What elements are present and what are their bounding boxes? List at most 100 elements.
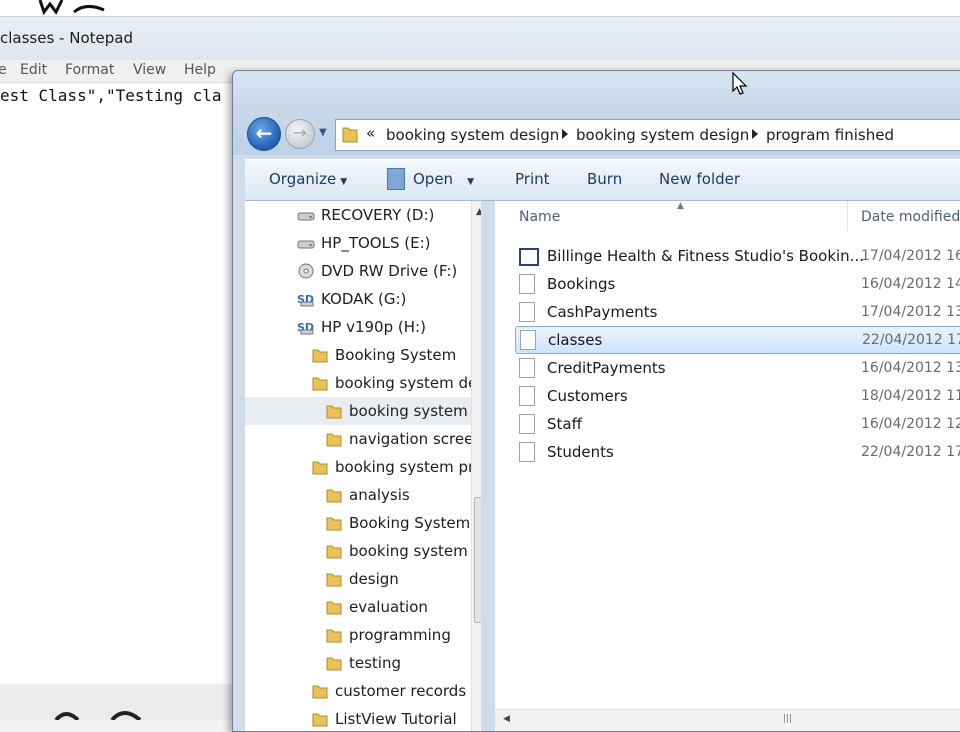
menu-format[interactable]: Format (65, 62, 114, 78)
folder-icon (326, 573, 342, 587)
file-name: Students (547, 443, 614, 461)
drive-icon (297, 212, 315, 221)
window-title: classes - Notepad (0, 29, 133, 47)
open-icon (387, 168, 405, 190)
text-file-icon (519, 414, 535, 434)
recent-pages-dropdown-icon[interactable]: ▼ (319, 127, 327, 138)
horizontal-scrollbar[interactable]: ◀ ||| (495, 709, 960, 731)
file-date: 18/04/2012 11: (861, 388, 960, 404)
forward-button[interactable]: → (285, 119, 315, 149)
menu-edit[interactable]: Edit (20, 62, 47, 78)
breadcrumb-arrow-icon[interactable] (752, 129, 758, 139)
breadcrumb-arrow-icon[interactable] (562, 129, 568, 139)
nav-item-label: navigation screen (349, 430, 482, 448)
address-row: ← → ▼ « booking system design booking sy… (233, 113, 960, 155)
top-strip (0, 0, 960, 16)
folder-icon (326, 433, 342, 447)
file-row-selected[interactable]: classes 22/04/2012 17: (515, 326, 960, 354)
folder-icon (326, 405, 342, 419)
text-file-icon (520, 330, 536, 350)
file-row[interactable]: Bookings 16/04/2012 14: (515, 271, 960, 297)
notepad-text-area[interactable]: est Class","Testing cla (0, 84, 240, 684)
file-date: 22/04/2012 17: (862, 332, 960, 348)
back-button[interactable]: ← (247, 117, 281, 151)
file-row[interactable]: Billinge Health & Fitness Studio's Booki… (515, 243, 960, 269)
mouse-cursor-icon (732, 72, 748, 95)
logo-art (38, 0, 105, 16)
menu-help[interactable]: Help (184, 62, 216, 78)
folder-icon (326, 657, 342, 671)
dropdown-icon: ▼ (467, 177, 474, 187)
command-toolbar: Organize ▼ Open ▼ Print Burn New folder (245, 159, 960, 201)
file-date: 16/04/2012 14: (861, 276, 960, 292)
file-list-pane[interactable]: ▲ Name Date modified Billinge Health & F… (495, 201, 960, 731)
column-header-date-modified[interactable]: Date modified (861, 209, 960, 225)
print-button[interactable]: Print (515, 170, 550, 188)
breadcrumb-item[interactable]: booking system design (576, 126, 749, 144)
nav-item-label: HP v190p (H:) (321, 318, 426, 336)
scroll-up-icon[interactable]: ▲ (476, 207, 481, 217)
folder-icon (312, 685, 328, 699)
open-button[interactable]: Open ▼ (413, 170, 474, 188)
file-name: Customers (547, 387, 628, 405)
folder-icon (312, 461, 328, 475)
column-divider[interactable] (847, 201, 848, 231)
file-date: 22/04/2012 17: (861, 444, 960, 460)
menu-view[interactable]: View (133, 62, 166, 78)
organize-label: Organize (269, 170, 337, 188)
folder-icon (312, 349, 328, 363)
file-name: Bookings (547, 275, 616, 293)
file-date: 16/04/2012 12: (861, 416, 960, 432)
nav-vertical-scrollbar[interactable]: ▲ (471, 201, 481, 731)
scrollbar-thumb[interactable] (474, 497, 481, 623)
nav-item-label: customer records (335, 682, 467, 700)
notepad-titlebar: classes - Notepad (0, 16, 960, 61)
breadcrumb-item[interactable]: booking system design (386, 126, 559, 144)
nav-item-label: booking system des (335, 374, 482, 392)
scroll-left-icon[interactable]: ◀ (503, 714, 510, 724)
nav-item-label: booking system pro (335, 458, 482, 476)
back-arrow-icon: ← (255, 121, 273, 145)
nav-item-label: design (349, 570, 399, 588)
file-row[interactable]: Students 22/04/2012 17: (515, 439, 960, 465)
organize-button[interactable]: Organize ▼ (269, 170, 347, 188)
menu-file[interactable]: e (0, 62, 7, 78)
file-row[interactable]: CashPayments 17/04/2012 13: (515, 299, 960, 325)
breadcrumb-item[interactable]: program finished (766, 126, 894, 144)
new-folder-button[interactable]: New folder (659, 170, 740, 188)
address-bar[interactable]: « booking system design booking system d… (335, 119, 960, 151)
sort-ascending-icon: ▲ (677, 201, 684, 211)
file-row[interactable]: CreditPayments 16/04/2012 13: (515, 355, 960, 381)
nav-item-label: ListView Tutorial (335, 710, 457, 728)
file-date: 16/04/2012 13: (861, 360, 960, 376)
file-date: 17/04/2012 16: (861, 248, 960, 264)
nav-item-label: analysis (349, 486, 410, 504)
text-line: est Class","Testing cla (0, 86, 222, 105)
file-row[interactable]: Staff 16/04/2012 12: (515, 411, 960, 437)
breadcrumb-overflow-icon[interactable]: « (366, 124, 375, 142)
burn-button[interactable]: Burn (587, 170, 622, 188)
file-name: Staff (547, 415, 582, 433)
nav-item-label: booking system d (349, 402, 482, 420)
file-name: CashPayments (547, 303, 658, 321)
explorer-window: ← → ▼ « booking system design booking sy… (232, 70, 960, 732)
text-file-icon (519, 302, 535, 322)
file-row[interactable]: Customers 18/04/2012 11: (515, 383, 960, 409)
folder-icon (326, 629, 342, 643)
text-file-icon (519, 358, 535, 378)
folder-icon (326, 545, 342, 559)
text-file-icon (519, 386, 535, 406)
folder-icon (326, 517, 342, 531)
explorer-titlebar[interactable] (233, 71, 960, 113)
navigation-pane[interactable]: RECOVERY (D:) HP_TOOLS (E:) DVD RW Drive… (245, 201, 482, 731)
file-name: Billinge Health & Fitness Studio's Booki… (547, 247, 864, 265)
nav-item-label: KODAK (G:) (321, 290, 407, 308)
nav-item-label: Booking System (349, 514, 471, 532)
scrollbar-grip-icon[interactable]: ||| (783, 714, 792, 724)
open-label: Open (413, 170, 454, 188)
file-name: CreditPayments (547, 359, 666, 377)
nav-item-label: RECOVERY (D:) (321, 206, 435, 224)
dropdown-icon: ▼ (340, 177, 348, 187)
nav-item-label: Booking System (335, 346, 457, 364)
column-header-name[interactable]: Name (519, 209, 560, 225)
